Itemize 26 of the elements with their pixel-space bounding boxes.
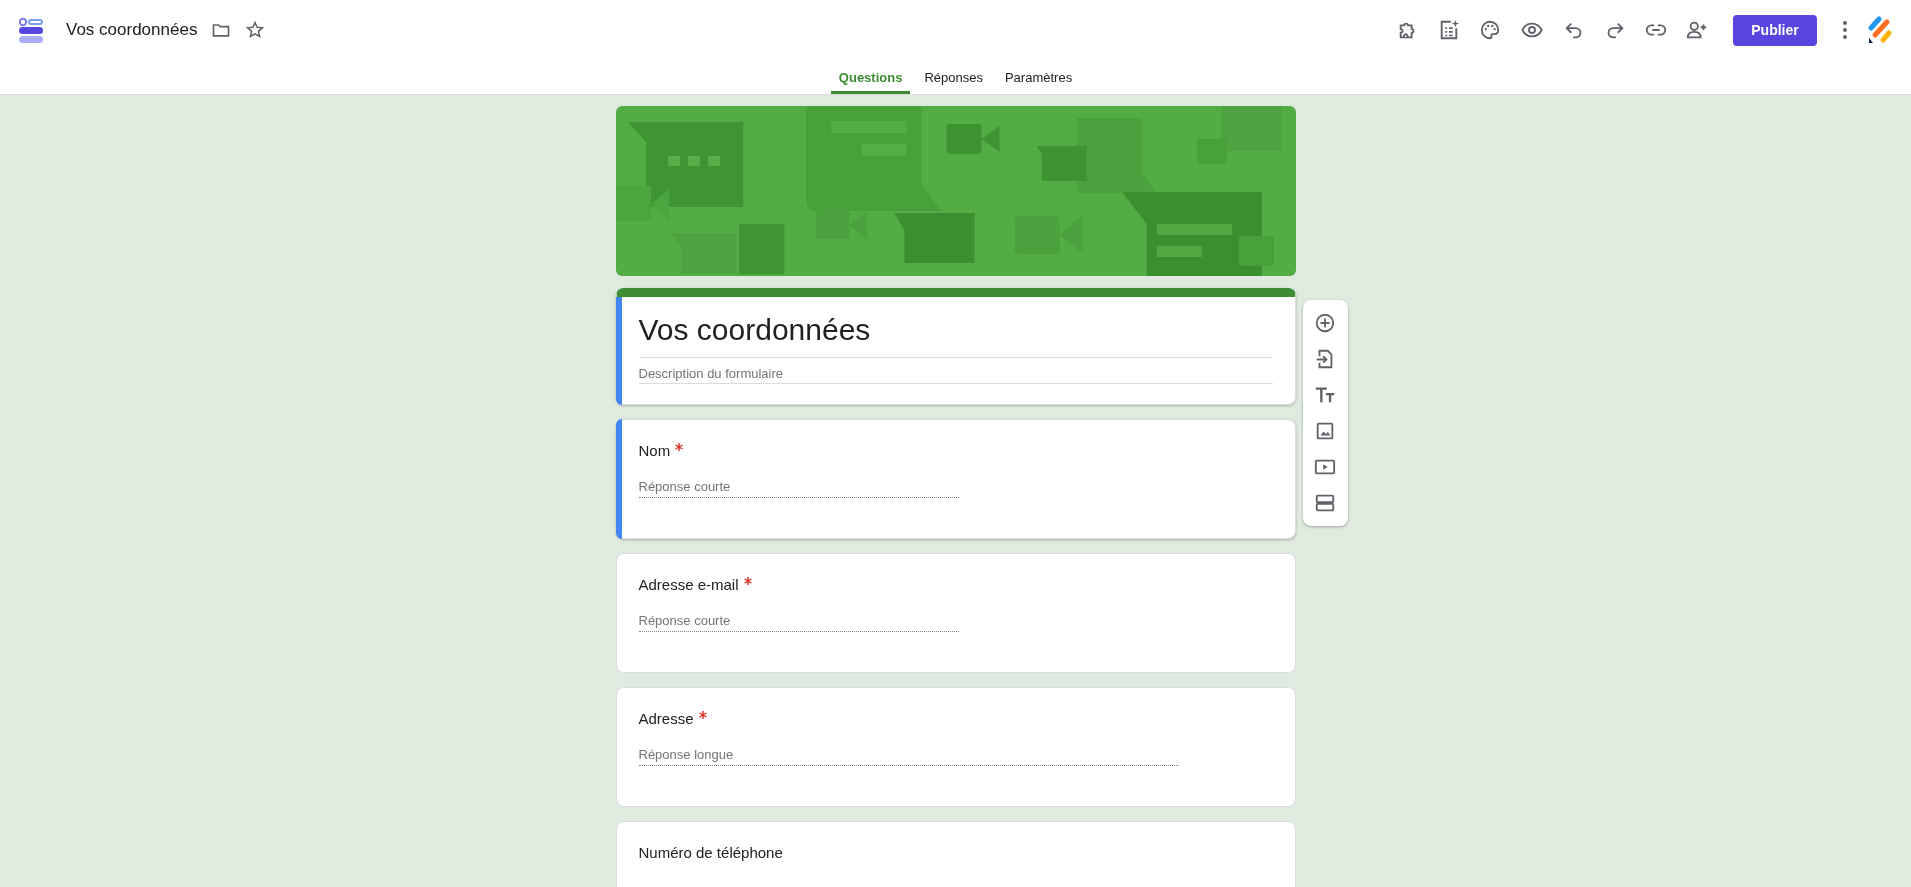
document-title[interactable]: Vos coordonnées bbox=[66, 20, 198, 40]
star-icon[interactable] bbox=[245, 20, 266, 40]
section-icon[interactable] bbox=[1314, 492, 1336, 514]
palette-icon[interactable] bbox=[1479, 19, 1501, 41]
add-person-icon[interactable] bbox=[1686, 19, 1708, 41]
question-title: Numéro de téléphone bbox=[638, 844, 783, 861]
question-title: Adresse e-mail bbox=[638, 576, 739, 593]
long-answer-field[interactable]: Réponse longue bbox=[638, 747, 1179, 766]
tab[interactable]: Réponses bbox=[916, 66, 991, 94]
question-title: Adresse bbox=[638, 710, 694, 727]
question-card[interactable]: Adresse e-mail Réponse courte bbox=[615, 553, 1296, 673]
sparkle-document-icon[interactable] bbox=[1438, 19, 1460, 41]
publish-button[interactable]: Publier bbox=[1733, 14, 1817, 46]
more-options-icon[interactable] bbox=[1842, 20, 1848, 40]
image-icon[interactable] bbox=[1314, 420, 1336, 442]
question-title: Nom bbox=[638, 442, 671, 459]
forms-logo-icon[interactable] bbox=[18, 17, 44, 43]
short-answer-field[interactable]: Réponse courte bbox=[638, 479, 959, 498]
short-answer-field[interactable]: Réponse courte bbox=[638, 613, 959, 632]
question-card[interactable]: Numéro de téléphone bbox=[615, 821, 1296, 887]
add-circle-icon[interactable] bbox=[1314, 312, 1336, 334]
tab[interactable]: Paramètres bbox=[996, 66, 1081, 94]
tab[interactable]: Questions bbox=[830, 66, 911, 94]
app-logo-icon[interactable] bbox=[1867, 16, 1893, 44]
question-card[interactable]: Nom Réponse courte bbox=[615, 419, 1296, 539]
question-card[interactable]: Adresse Réponse longue bbox=[615, 687, 1296, 807]
